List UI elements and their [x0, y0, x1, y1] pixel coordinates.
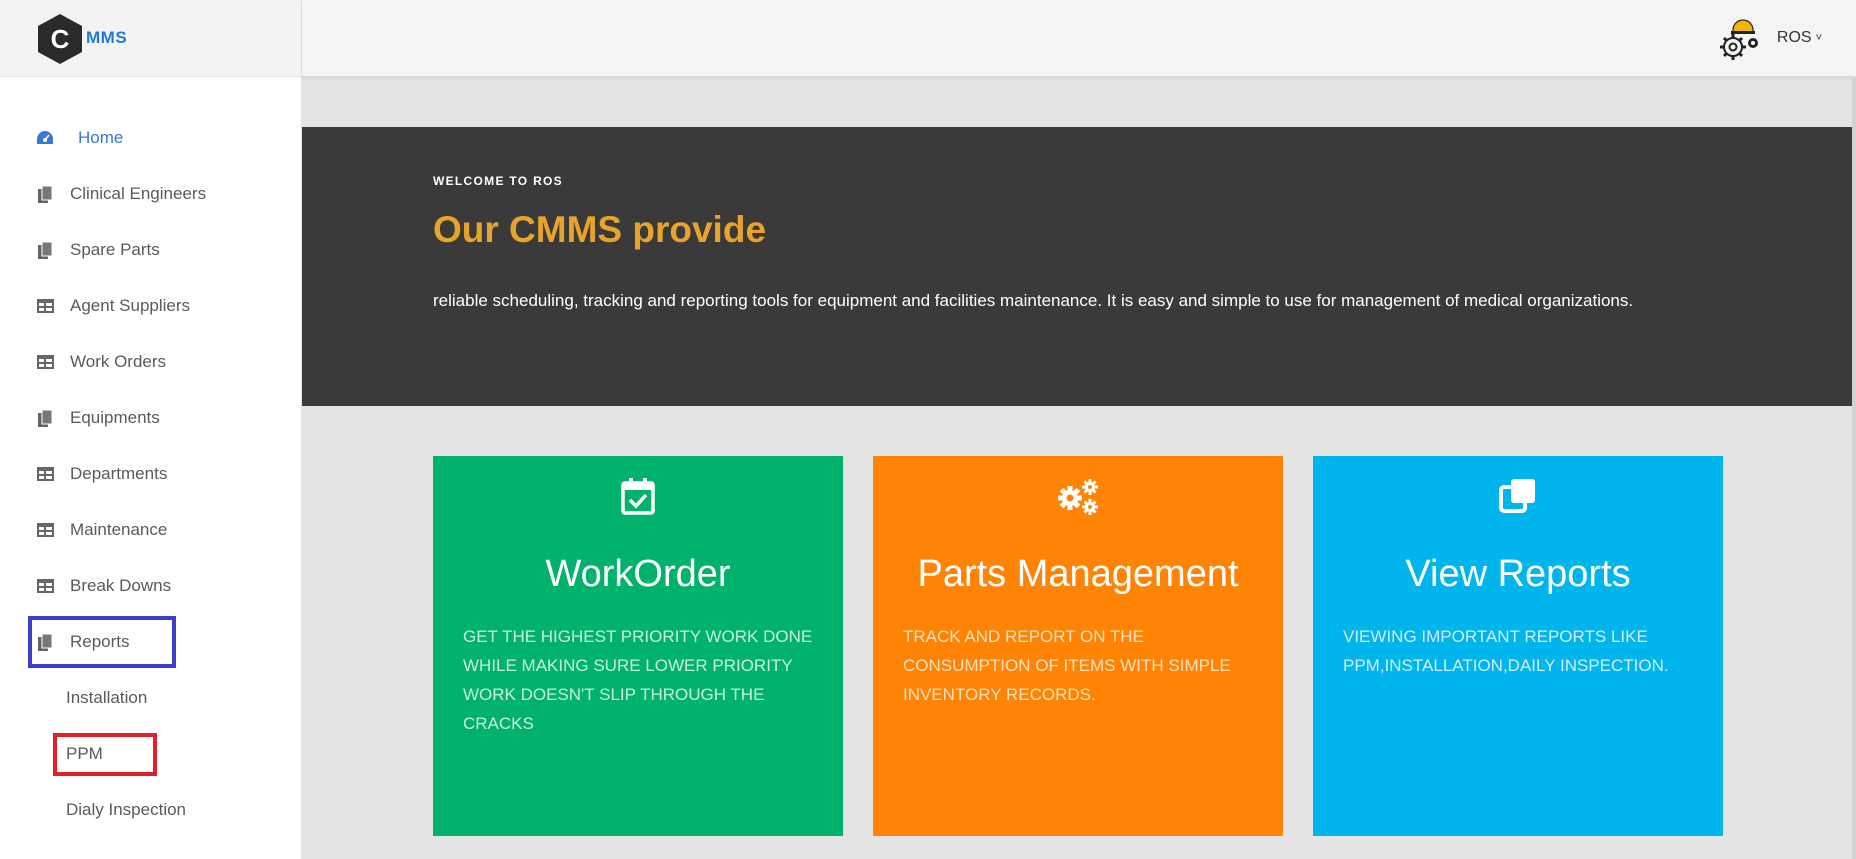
sidebar-item-agent-suppliers[interactable]: Agent Suppliers — [0, 278, 302, 334]
calendar-check-icon — [621, 478, 655, 515]
table-icon — [36, 521, 54, 539]
sidebar-item-label: Home — [78, 128, 124, 147]
sidebar-item-label: Clinical Engineers — [70, 184, 207, 203]
highlight-box-reports — [28, 616, 176, 668]
sidebar-item-label: Spare Parts — [70, 240, 160, 259]
copy-icon — [36, 409, 54, 427]
sidebar-item-break-downs[interactable]: Break Downs — [0, 558, 302, 614]
hero-description: reliable scheduling, tracking and report… — [433, 291, 1634, 310]
table-icon — [36, 577, 54, 595]
sidebar-item-label: Equipments — [70, 408, 160, 427]
card-title: View Reports — [1405, 553, 1631, 595]
sidebar-item-spare-parts[interactable]: Spare Parts — [0, 222, 302, 278]
dashboard-icon — [36, 129, 54, 147]
card-description: GET THE HIGHEST PRIORITY WORK DONE WHILE… — [463, 627, 813, 733]
sidebar-subitem-label: Installation — [66, 688, 148, 707]
table-icon — [36, 353, 54, 371]
card-workorder[interactable]: WorkOrder GET THE HIGHEST PRIORITY WORK … — [433, 456, 843, 836]
hero-kicker: WELCOME TO ROS — [433, 174, 563, 188]
sidebar-item-maintenance[interactable]: Maintenance — [0, 502, 302, 558]
sidebar-item-clinical-engineers[interactable]: Clinical Engineers — [0, 166, 302, 222]
logo-icon[interactable]: C — [36, 13, 84, 65]
logo-text[interactable]: MMS — [86, 28, 127, 48]
card-title: WorkOrder — [545, 553, 731, 595]
sidebar-item-work-orders[interactable]: Work Orders — [0, 334, 302, 390]
sidebar: C MMS Home Clinical Engineers Spare Part… — [0, 0, 302, 859]
sidebar-item-label: Break Downs — [70, 576, 172, 595]
chevron-down-icon: ˅ — [1815, 32, 1822, 44]
sidebar-item-label: Departments — [70, 464, 168, 483]
card-title: Parts Management — [917, 553, 1239, 595]
clone-icon — [1499, 479, 1535, 513]
table-icon — [36, 297, 54, 315]
sidebar-item-label: Work Orders — [70, 352, 167, 371]
sidebar-subitem-label: Dialy Inspection — [66, 800, 187, 819]
card-view-reports[interactable]: View Reports VIEWING IMPORTANT REPORTS L… — [1313, 456, 1723, 836]
copy-icon — [36, 185, 54, 203]
engineer-avatar-icon — [1719, 19, 1758, 60]
sidebar-item-equipments[interactable]: Equipments — [0, 390, 302, 446]
copy-icon — [36, 241, 54, 259]
user-menu[interactable]: ROS ˅ — [1717, 14, 1822, 62]
gears-icon — [1058, 479, 1098, 515]
card-description: TRACK AND REPORT ON THE CONSUMPTION OF I… — [903, 627, 1231, 704]
card-parts-management[interactable]: Parts Management TRACK AND REPORT ON THE… — [873, 456, 1283, 836]
sidebar-subitem-installation[interactable]: Installation — [0, 670, 302, 726]
sidebar-nav: Home Clinical Engineers Spare Parts Agen… — [0, 110, 302, 838]
logo-letter: C — [51, 24, 70, 54]
sidebar-item-home[interactable]: Home — [0, 110, 302, 166]
table-icon — [36, 465, 54, 483]
sidebar-item-label: Agent Suppliers — [70, 296, 191, 315]
sidebar-subitem-daily-inspection[interactable]: Dialy Inspection — [0, 782, 302, 838]
highlight-box-ppm — [53, 733, 157, 776]
user-name: ROS — [1776, 29, 1812, 46]
top-bar: ROS ˅ — [302, 0, 1856, 77]
hero-title: Our CMMS provide — [433, 209, 767, 250]
page-scrollbar[interactable] — [1852, 77, 1856, 859]
sidebar-item-departments[interactable]: Departments — [0, 446, 302, 502]
welcome-hero: WELCOME TO ROS Our CMMS provide reliable… — [302, 127, 1856, 406]
logo-bar: C MMS — [0, 0, 301, 77]
sidebar-item-label: Maintenance — [70, 520, 168, 539]
card-description: VIEWING IMPORTANT REPORTS LIKE PPM,INSTA… — [1343, 627, 1669, 675]
